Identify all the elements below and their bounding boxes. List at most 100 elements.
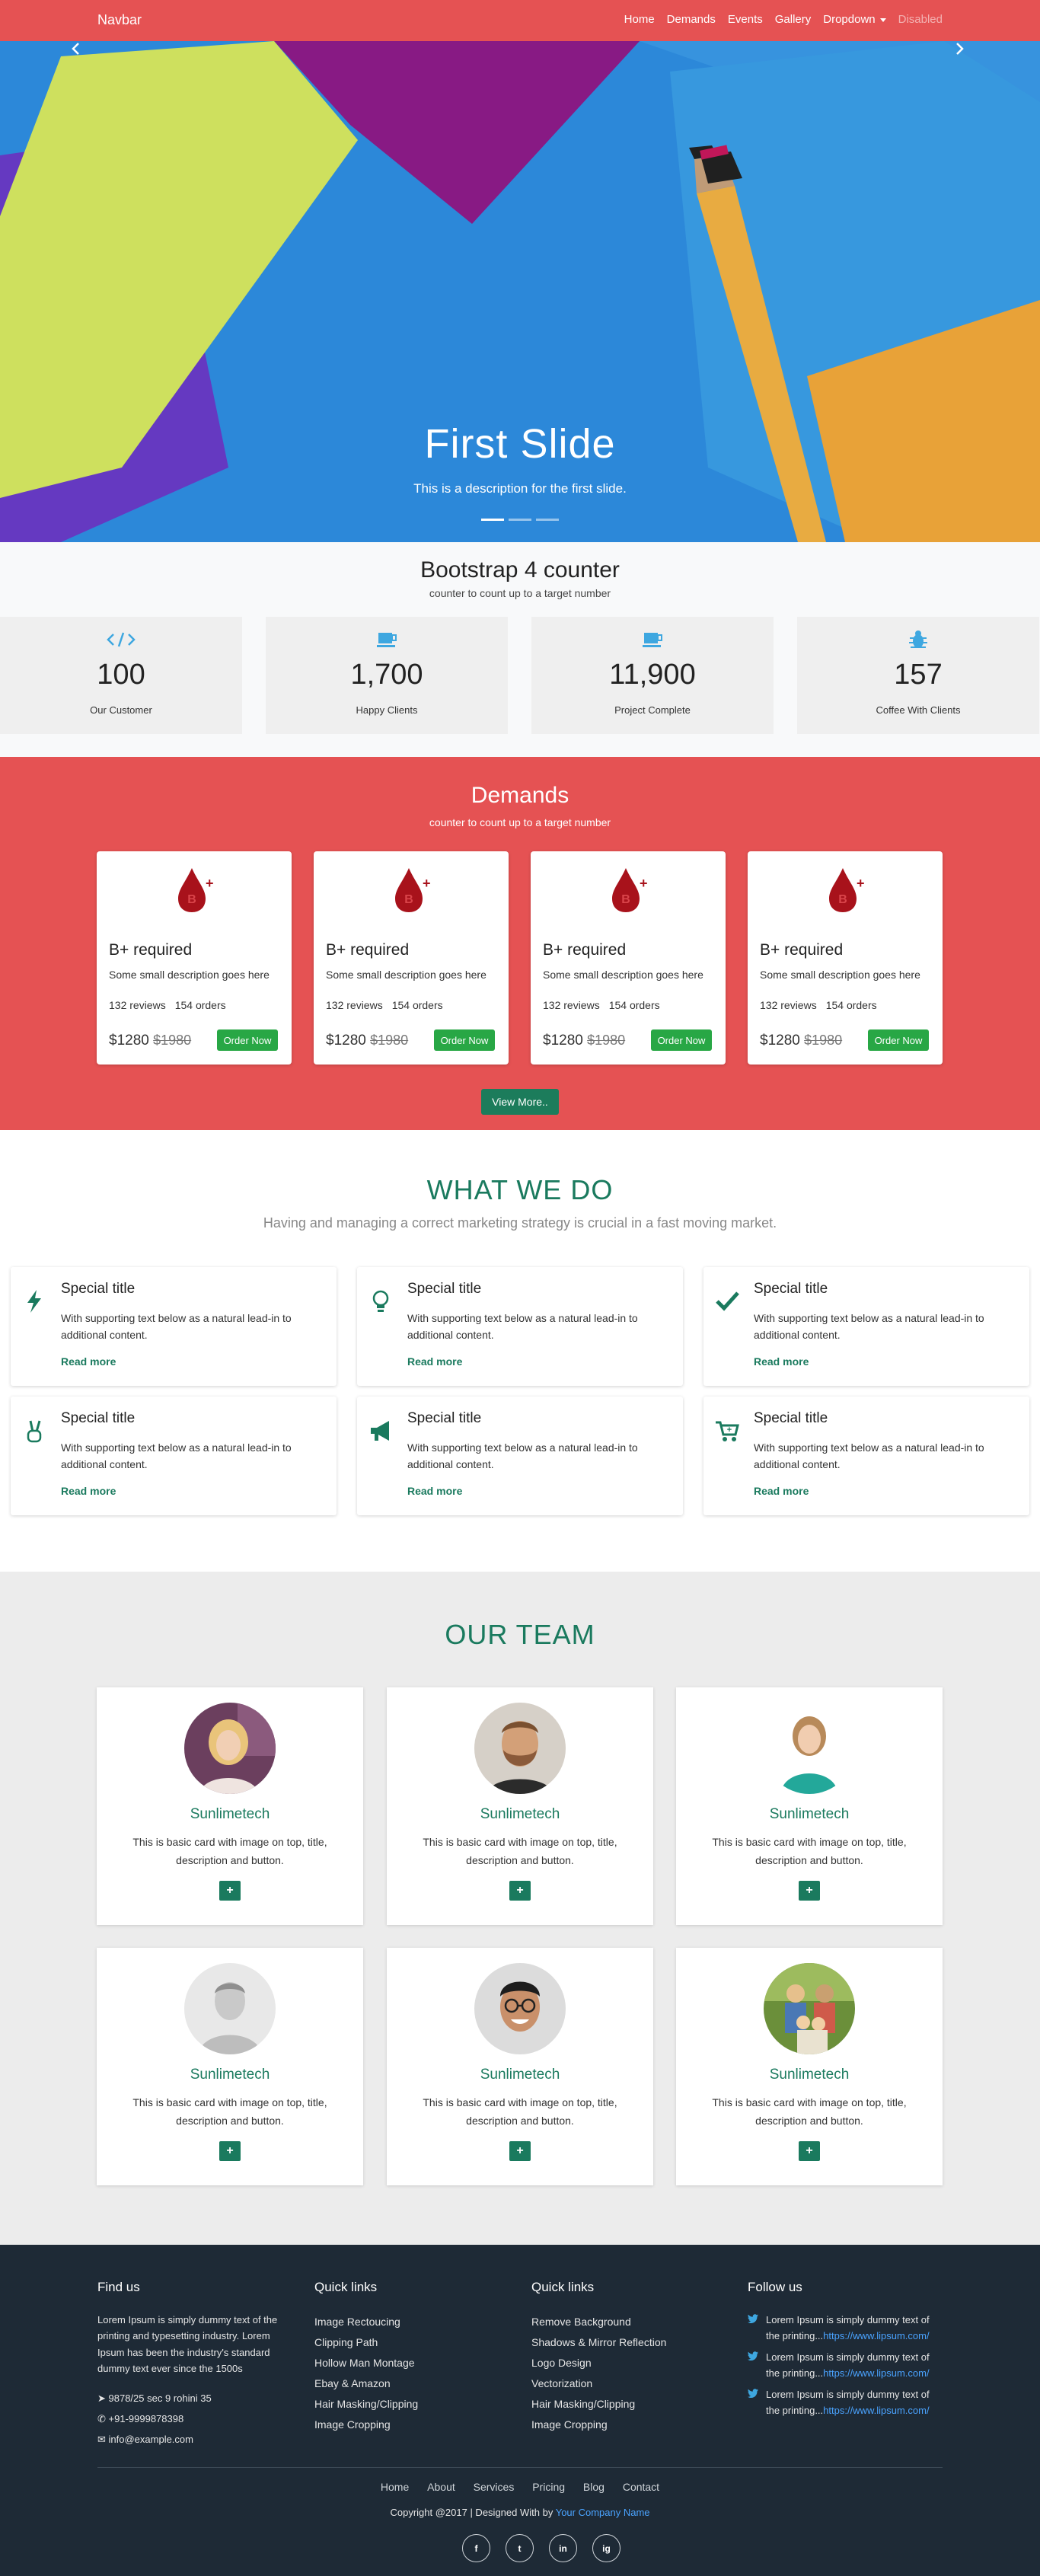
footer-nav-services[interactable]: Services bbox=[474, 2481, 515, 2493]
footer-nav-about[interactable]: About bbox=[427, 2481, 455, 2493]
read-more-link[interactable]: Read more bbox=[61, 1355, 116, 1368]
price-current: $1280 bbox=[543, 1033, 583, 1049]
linkedin-icon[interactable]: in bbox=[549, 2534, 577, 2562]
counter-box: 157 Coffee With Clients bbox=[797, 617, 1039, 734]
counter-box: 1,700 Happy Clients bbox=[266, 617, 508, 734]
twitter-icon bbox=[748, 2388, 758, 2398]
footer-address: ➤ 9878/25 sec 9 rohini 35 bbox=[97, 2388, 288, 2408]
member-plus-button[interactable]: + bbox=[219, 1881, 241, 1901]
team-card: Sunlimetech This is basic card with imag… bbox=[387, 1687, 653, 1925]
order-now-button[interactable]: Order Now bbox=[434, 1029, 495, 1051]
member-plus-button[interactable]: + bbox=[509, 2141, 531, 2161]
order-now-button[interactable]: Order Now bbox=[868, 1029, 929, 1051]
read-more-link[interactable]: Read more bbox=[754, 1355, 809, 1368]
facebook-icon[interactable]: f bbox=[462, 2534, 490, 2562]
demand-title: B+ required bbox=[760, 941, 844, 959]
svg-text:+: + bbox=[857, 876, 864, 891]
service-card: Special title With supporting text below… bbox=[703, 1267, 1029, 1386]
read-more-link[interactable]: Read more bbox=[407, 1355, 462, 1368]
footer-divider bbox=[97, 2467, 943, 2468]
read-more-link[interactable]: Read more bbox=[61, 1485, 116, 1497]
price-old: $1980 bbox=[804, 1033, 843, 1048]
footer-link[interactable]: Hair Masking/Clipping bbox=[314, 2394, 512, 2415]
footer-link[interactable]: Logo Design bbox=[531, 2353, 729, 2373]
demand-price: $1280 $1980 bbox=[109, 1033, 191, 1049]
what-we-do-subtitle: Having and managing a correct marketing … bbox=[263, 1215, 777, 1231]
read-more-link[interactable]: Read more bbox=[407, 1485, 462, 1497]
twitter-icon[interactable]: t bbox=[506, 2534, 534, 2562]
company-link[interactable]: Your Company Name bbox=[556, 2507, 650, 2518]
price-old: $1980 bbox=[153, 1033, 192, 1048]
service-text: With supporting text below as a natural … bbox=[754, 1441, 984, 1471]
view-more-button[interactable]: View More.. bbox=[481, 1089, 559, 1115]
footer-link[interactable]: Hair Masking/Clipping bbox=[531, 2394, 729, 2415]
footer-link[interactable]: Clipping Path bbox=[314, 2332, 512, 2353]
footer-nav-blog[interactable]: Blog bbox=[583, 2481, 605, 2493]
phone-icon: ✆ bbox=[97, 2413, 109, 2425]
tweet-link[interactable]: https://www.lipsum.com/ bbox=[823, 2405, 929, 2416]
demand-stats: 132 reviews 154 orders bbox=[543, 999, 660, 1011]
demand-description: Some small description goes here bbox=[109, 969, 270, 981]
footer-link[interactable]: Image Cropping bbox=[531, 2415, 729, 2435]
carousel-next-icon[interactable] bbox=[952, 41, 967, 56]
carousel-indicator-1[interactable] bbox=[481, 519, 504, 521]
footer-about-text: Lorem Ipsum is simply dummy text of the … bbox=[97, 2314, 278, 2375]
peace-hand-icon bbox=[27, 1420, 42, 1443]
service-card: Special title With supporting text below… bbox=[357, 1397, 683, 1515]
team-section: OUR TEAM Sunlimetech This is basic card … bbox=[0, 1572, 1040, 2245]
footer-link[interactable]: Shadows & Mirror Reflection bbox=[531, 2332, 729, 2353]
nav-events[interactable]: Events bbox=[728, 13, 763, 26]
footer-link[interactable]: Remove Background bbox=[531, 2312, 729, 2332]
blood-drop-icon: B+ bbox=[395, 868, 430, 912]
team-card: Sunlimetech This is basic card with imag… bbox=[97, 1687, 363, 1925]
bug-icon bbox=[909, 630, 927, 648]
team-card: Sunlimetech This is basic card with imag… bbox=[676, 1687, 943, 1925]
footer-nav-contact[interactable]: Contact bbox=[623, 2481, 659, 2493]
footer-email: ✉ info@example.com bbox=[97, 2429, 288, 2450]
footer-heading: Find us bbox=[97, 2280, 140, 2294]
order-now-button[interactable]: Order Now bbox=[651, 1029, 712, 1051]
svg-text:B: B bbox=[621, 893, 630, 906]
hero-title: First Slide bbox=[424, 421, 616, 467]
nav-home[interactable]: Home bbox=[624, 13, 655, 26]
demand-stats: 132 reviews 154 orders bbox=[109, 999, 226, 1011]
footer-link[interactable]: Image Rectoucing bbox=[314, 2312, 512, 2332]
svg-text:B: B bbox=[838, 893, 847, 906]
service-text: With supporting text below as a natural … bbox=[407, 1441, 638, 1471]
demand-price: $1280 $1980 bbox=[760, 1033, 842, 1049]
footer-nav-home[interactable]: Home bbox=[381, 2481, 409, 2493]
member-description: This is basic card with image on top, ti… bbox=[132, 1836, 327, 1866]
nav-dropdown[interactable]: Dropdown bbox=[823, 13, 886, 26]
member-description: This is basic card with image on top, ti… bbox=[712, 1836, 907, 1866]
social-links: f t in ig bbox=[462, 2534, 620, 2562]
carousel-indicator-3[interactable] bbox=[536, 519, 559, 521]
carousel-prev-icon[interactable] bbox=[69, 41, 84, 56]
carousel-indicator-2[interactable] bbox=[509, 519, 531, 521]
member-plus-button[interactable]: + bbox=[799, 1881, 820, 1901]
nav-demands[interactable]: Demands bbox=[667, 13, 716, 26]
footer-link[interactable]: Ebay & Amazon bbox=[314, 2373, 512, 2394]
footer-link[interactable]: Hollow Man Montage bbox=[314, 2353, 512, 2373]
counter-label: Happy Clients bbox=[356, 704, 418, 716]
footer-link[interactable]: Image Cropping bbox=[314, 2415, 512, 2435]
order-now-button[interactable]: Order Now bbox=[217, 1029, 278, 1051]
tweet-link[interactable]: https://www.lipsum.com/ bbox=[823, 2330, 929, 2341]
member-plus-button[interactable]: + bbox=[509, 1881, 531, 1901]
cart-icon: + bbox=[716, 1421, 739, 1441]
footer-nav-pricing[interactable]: Pricing bbox=[532, 2481, 565, 2493]
tweet-link[interactable]: https://www.lipsum.com/ bbox=[823, 2367, 929, 2379]
instagram-icon[interactable]: ig bbox=[592, 2534, 620, 2562]
twitter-icon bbox=[748, 2351, 758, 2361]
member-plus-button[interactable]: + bbox=[219, 2141, 241, 2161]
read-more-link[interactable]: Read more bbox=[754, 1485, 809, 1497]
counter-box: 100 Our Customer bbox=[0, 617, 242, 734]
woman-smiling-avatar bbox=[764, 1703, 855, 1794]
counter-label: Our Customer bbox=[90, 704, 152, 716]
nav-gallery[interactable]: Gallery bbox=[775, 13, 812, 26]
navbar-brand[interactable]: Navbar bbox=[97, 12, 142, 28]
demand-orders: 154 orders bbox=[608, 999, 660, 1011]
svg-text:+: + bbox=[206, 876, 213, 891]
footer-link[interactable]: Vectorization bbox=[531, 2373, 729, 2394]
member-plus-button[interactable]: + bbox=[799, 2141, 820, 2161]
tweet-item: Lorem Ipsum is simply dummy text of the … bbox=[748, 2312, 946, 2345]
